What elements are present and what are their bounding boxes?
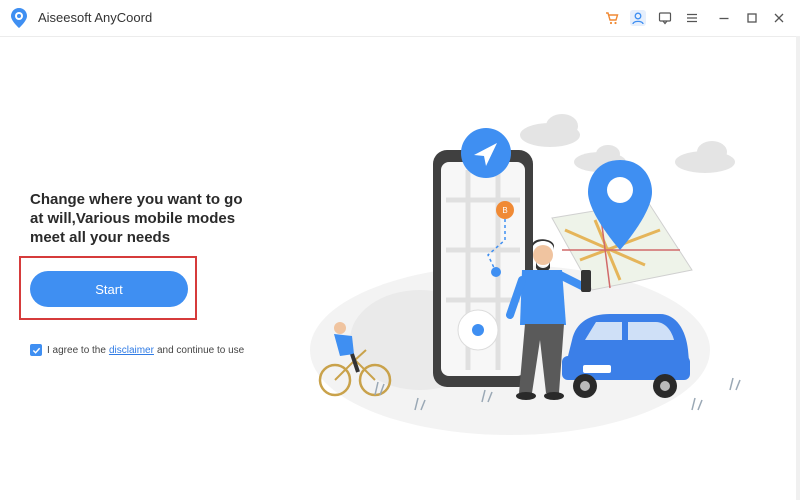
app-title: Aiseesoft AnyCoord xyxy=(38,10,153,25)
svg-text:B: B xyxy=(502,206,507,215)
headline-line: at will,Various mobile modes xyxy=(30,210,236,227)
cloud-icon xyxy=(520,114,580,147)
user-icon[interactable] xyxy=(630,10,646,26)
navigation-arrow-icon xyxy=(461,128,511,178)
agreement-row: I agree to the disclaimer and continue t… xyxy=(30,343,244,357)
checkmark-icon xyxy=(32,347,40,354)
title-bar: Aiseesoft AnyCoord xyxy=(0,0,800,37)
headline: Change where you want to go at will,Vari… xyxy=(30,190,280,247)
disclaimer-link[interactable]: disclaimer xyxy=(109,345,154,356)
phone-illustration: B xyxy=(433,150,533,387)
feedback-icon[interactable] xyxy=(657,10,673,26)
window-edge xyxy=(796,36,800,500)
agree-prefix-text: I agree to the xyxy=(47,344,106,356)
hero-illustration: B xyxy=(310,114,741,435)
maximize-icon[interactable] xyxy=(744,10,760,26)
app-logo-icon xyxy=(11,8,27,28)
cart-icon[interactable] xyxy=(604,10,620,26)
headline-line: meet all your needs xyxy=(30,229,171,246)
agree-suffix-text: and continue to use xyxy=(156,344,245,356)
menu-icon[interactable] xyxy=(684,10,700,26)
close-icon[interactable] xyxy=(771,10,787,26)
cloud-icon xyxy=(675,141,735,173)
agree-checkbox[interactable] xyxy=(30,344,42,356)
minimize-icon[interactable] xyxy=(716,10,732,26)
headline-line: Change where you want to go xyxy=(30,191,243,208)
start-button[interactable]: Start xyxy=(30,271,188,307)
